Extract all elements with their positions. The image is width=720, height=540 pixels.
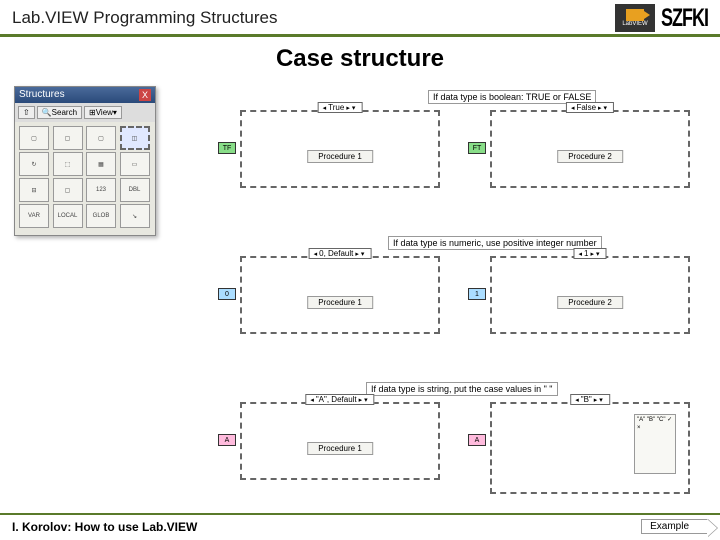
view-button[interactable]: ⊞View▾ — [84, 106, 122, 119]
case-content: Procedure 1 — [307, 296, 373, 309]
header-title: Lab.VIEW Programming Structures — [12, 8, 277, 28]
case-content: Procedure 1 — [307, 442, 373, 455]
slide-footer: I. Korolov: How to use Lab.VIEW Example — [0, 513, 720, 540]
case-content: Procedure 2 — [557, 296, 623, 309]
szfki-logo: SZFKI — [661, 8, 708, 29]
search-button[interactable]: 🔍Search — [37, 106, 82, 119]
labview-logo: LabVIEW — [615, 4, 655, 32]
palette-item[interactable]: ▢ — [53, 178, 83, 202]
palette-item[interactable]: ▦ — [86, 152, 116, 176]
palette-item[interactable]: ▢ — [53, 126, 83, 150]
case-content: Procedure 1 — [307, 150, 373, 163]
case-structure-true: TF True Procedure 1 — [240, 110, 440, 188]
case-structure-num-default: 0 0, Default Procedure 1 — [240, 256, 440, 334]
palette-item[interactable]: LOCAL — [53, 204, 83, 228]
numeric-terminal: 0 — [218, 288, 236, 300]
palette-grid: ▢ ▢ ▢ ◫ ↻ ⬚ ▦ ▭ ⊟ ▢ 123 DBL VAR LOCAL GL… — [15, 122, 155, 232]
numeric-terminal: 1 — [468, 288, 486, 300]
case-structure-false: FT False Procedure 2 — [490, 110, 690, 188]
labview-icon — [626, 9, 644, 21]
palette-item[interactable]: ▢ — [19, 126, 49, 150]
string-list-menu[interactable]: "A" "B" "C" ✓ × — [634, 414, 676, 474]
string-terminal: A — [468, 434, 486, 446]
case-selector[interactable]: 0, Default — [309, 248, 372, 259]
note-numeric: If data type is numeric, use positive in… — [388, 236, 602, 250]
palette-toolbar: ⇧ 🔍Search ⊞View▾ — [15, 103, 155, 122]
string-terminal: A — [218, 434, 236, 446]
palette-item-case-selected[interactable]: ◫ — [120, 126, 150, 150]
header-logos: LabVIEW SZFKI — [615, 4, 708, 32]
case-structure-str-b: A "B" "A" "B" "C" ✓ × — [490, 402, 690, 494]
case-content: Procedure 2 — [557, 150, 623, 163]
main-title: Case structure — [0, 45, 720, 73]
labview-logo-text: LabVIEW — [622, 21, 647, 27]
palette-item[interactable]: ⊟ — [19, 178, 49, 202]
diagram-content: If data type is boolean: TRUE or FALSE I… — [180, 86, 706, 500]
palette-item[interactable]: ⬚ — [53, 152, 83, 176]
structures-palette[interactable]: Structures X ⇧ 🔍Search ⊞View▾ ▢ ▢ ▢ ◫ ↻ … — [14, 86, 156, 236]
palette-item[interactable]: ▢ — [86, 126, 116, 150]
case-structure-str-default: A "A", Default Procedure 1 — [240, 402, 440, 480]
case-selector[interactable]: "A", Default — [305, 394, 374, 405]
slide-header: Lab.VIEW Programming Structures LabVIEW … — [0, 0, 720, 37]
palette-item[interactable]: VAR — [19, 204, 49, 228]
palette-title-text: Structures — [19, 89, 65, 101]
up-button[interactable]: ⇧ — [18, 106, 35, 119]
palette-item[interactable]: GLOB — [86, 204, 116, 228]
palette-item[interactable]: DBL — [120, 178, 150, 202]
case-structure-num-1: 1 1 Procedure 2 — [490, 256, 690, 334]
case-selector[interactable]: 1 — [574, 248, 607, 259]
palette-item[interactable]: ↻ — [19, 152, 49, 176]
palette-item[interactable]: 123 — [86, 178, 116, 202]
boolean-terminal: TF — [218, 142, 236, 154]
boolean-terminal: FT — [468, 142, 486, 154]
palette-item[interactable]: ▭ — [120, 152, 150, 176]
note-string: If data type is string, put the case val… — [366, 382, 558, 396]
palette-titlebar: Structures X — [15, 87, 155, 103]
palette-item[interactable]: ↘ — [120, 204, 150, 228]
footer-author: I. Korolov: How to use Lab.VIEW — [12, 520, 197, 534]
example-link[interactable]: Example — [641, 519, 708, 534]
case-selector[interactable]: True — [318, 102, 363, 113]
case-selector[interactable]: False — [566, 102, 614, 113]
close-icon[interactable]: X — [139, 89, 151, 101]
case-selector[interactable]: "B" — [570, 394, 610, 405]
